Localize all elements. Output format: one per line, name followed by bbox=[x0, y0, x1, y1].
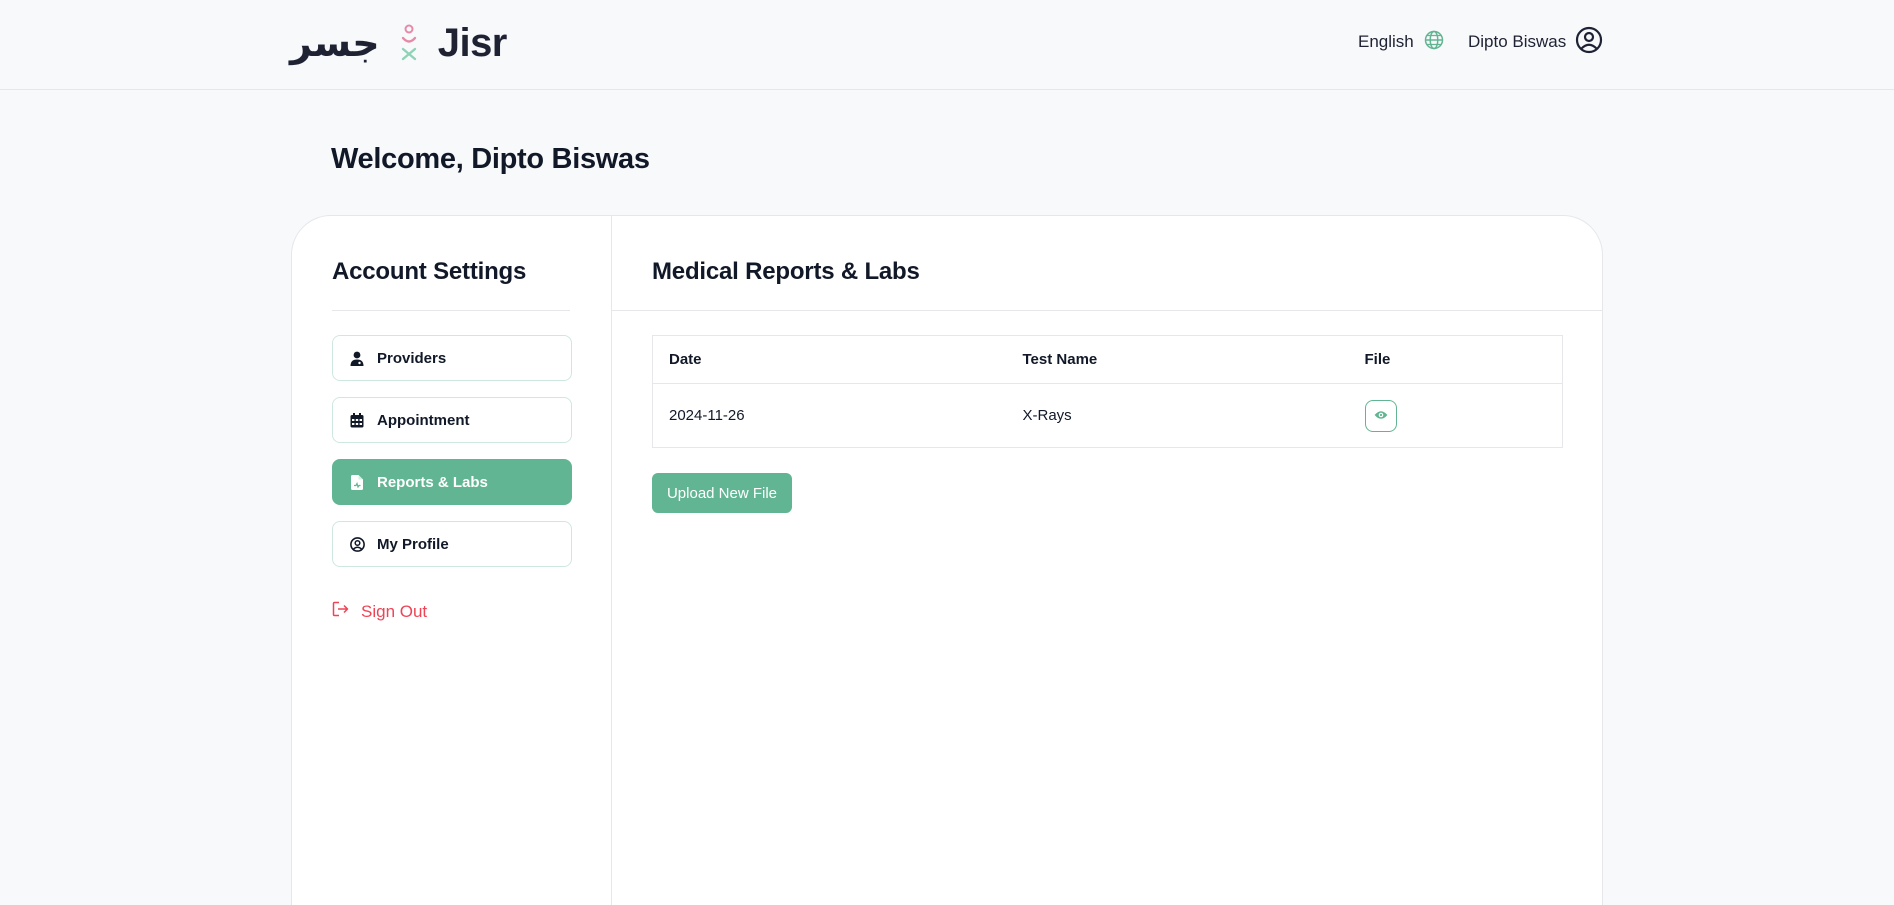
user-circle-icon bbox=[1575, 26, 1603, 59]
reports-table: Date Test Name File 2024-11-26 X-Rays bbox=[652, 335, 1563, 448]
sidebar-item-label: Appointment bbox=[377, 411, 470, 429]
reports-divider bbox=[612, 310, 1602, 311]
reports-panel: Medical Reports & Labs Date Test Name Fi… bbox=[612, 216, 1602, 905]
table-row: 2024-11-26 X-Rays bbox=[653, 384, 1563, 448]
sign-out-link[interactable]: Sign Out bbox=[332, 601, 427, 622]
upload-new-file-button[interactable]: Upload New File bbox=[652, 473, 792, 513]
sidebar-item-label: My Profile bbox=[377, 535, 449, 553]
eye-icon bbox=[1374, 407, 1388, 424]
reports-title: Medical Reports & Labs bbox=[652, 258, 920, 285]
file-medical-icon bbox=[349, 474, 365, 490]
account-sidebar: Account Settings Providers Appointment R… bbox=[292, 216, 612, 905]
sidebar-item-label: Reports & Labs bbox=[377, 473, 488, 491]
user-name: Dipto Biswas bbox=[1468, 32, 1567, 51]
language-label: English bbox=[1358, 32, 1414, 51]
sidebar-item-label: Providers bbox=[377, 349, 447, 367]
logo-mark-icon bbox=[398, 23, 420, 63]
sidebar-item-reports-labs[interactable]: Reports & Labs bbox=[332, 459, 572, 505]
sidebar-divider bbox=[332, 310, 570, 311]
sign-out-label: Sign Out bbox=[361, 601, 428, 621]
globe-icon bbox=[1424, 30, 1444, 55]
column-header-test-name: Test Name bbox=[1006, 335, 1349, 384]
column-header-file: File bbox=[1348, 335, 1563, 384]
account-card: Account Settings Providers Appointment R… bbox=[291, 215, 1603, 905]
column-header-date: Date bbox=[652, 335, 1007, 384]
table-header-row: Date Test Name File bbox=[652, 335, 1563, 384]
cell-date: 2024-11-26 bbox=[669, 407, 745, 424]
cell-test-name: X-Rays bbox=[1022, 407, 1072, 424]
sidebar-item-appointment[interactable]: Appointment bbox=[332, 397, 572, 443]
jisr-logo[interactable]: جسر Jisr bbox=[290, 18, 507, 68]
calendar-icon bbox=[349, 412, 365, 428]
user-circle-icon bbox=[349, 536, 365, 552]
top-header: جسر Jisr English Dipto Biswas bbox=[0, 0, 1894, 90]
user-menu[interactable]: Dipto Biswas bbox=[1468, 26, 1603, 58]
welcome-heading: Welcome, Dipto Biswas bbox=[331, 143, 650, 175]
user-doctor-icon bbox=[349, 350, 365, 366]
sign-out-icon bbox=[332, 601, 349, 622]
logo-latin-text: Jisr bbox=[437, 20, 508, 65]
cell-file bbox=[1349, 384, 1563, 448]
view-file-button[interactable] bbox=[1364, 399, 1397, 432]
logo-arabic-text: جسر bbox=[290, 21, 380, 65]
language-selector[interactable]: English bbox=[1358, 28, 1444, 56]
sidebar-item-my-profile[interactable]: My Profile bbox=[332, 521, 572, 567]
sidebar-title: Account Settings bbox=[332, 258, 527, 285]
sidebar-item-providers[interactable]: Providers bbox=[332, 335, 572, 381]
